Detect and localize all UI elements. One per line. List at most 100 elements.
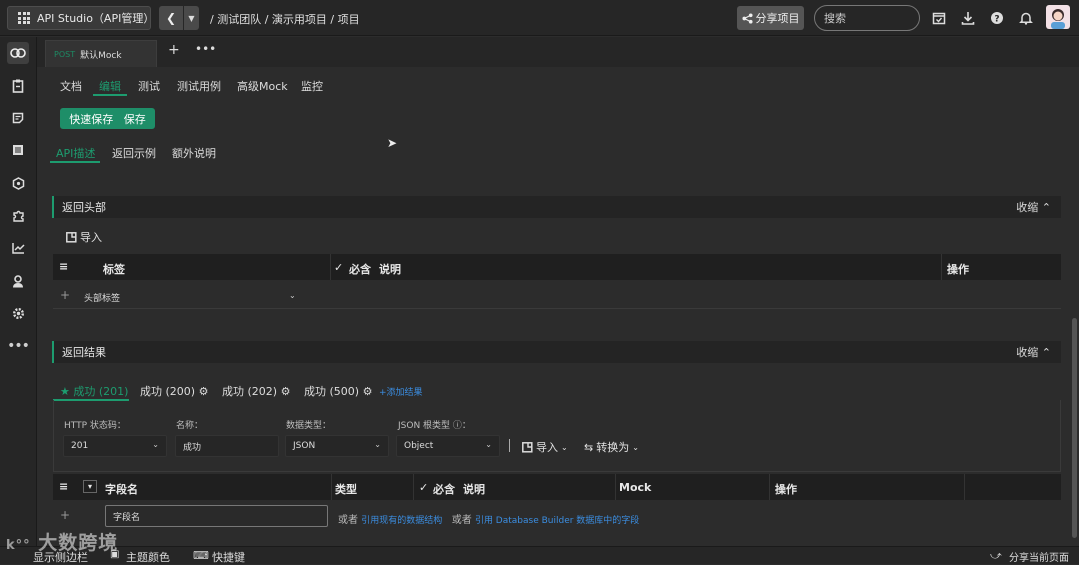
history-dropdown-button[interactable]: ▼ [184,6,199,30]
result-tab-500[interactable]: 成功 (500) ⚙ [304,383,372,399]
shortcut-button[interactable]: 快捷键 [212,549,245,565]
convert-to-button[interactable]: ⇆ 转换为 ⌄ [584,439,639,455]
reference-database-builder-link[interactable]: 引用 Database Builder 数据库中的字段 [475,516,639,526]
tab-docs[interactable]: 文档 [60,78,82,94]
avatar[interactable] [1046,5,1070,29]
expand-dropdown-icon[interactable]: ▾ [83,480,97,493]
check-icon: ✓ [334,261,344,274]
search-input[interactable]: 搜索 [814,5,920,31]
search-placeholder: 搜索 [824,12,846,25]
menu-icon[interactable]: ≡ [59,480,68,493]
sidebar-item-docs[interactable] [7,107,29,129]
response-headers-section-header[interactable]: 返回头部 收缩 ⌃ [52,196,1061,218]
result-tab-200-label: 成功 (200) [140,385,196,398]
row-divider [53,308,1061,309]
sidebar-item-more[interactable]: ••• [7,335,30,357]
list-icon [13,145,23,155]
sidebar-item-list[interactable] [7,139,29,161]
help-icon[interactable]: ? [989,10,1005,26]
theme-color-button[interactable]: 主题颜色 [126,549,170,565]
field-name-input[interactable]: 字段名 [105,505,328,527]
chevron-down-icon: ⌄ [561,442,568,452]
app-switcher-button[interactable]: API Studio（API管理） [7,6,155,30]
name-value: 成功 [183,442,202,453]
result-tab-201[interactable]: ★ 成功 (201) [60,383,128,399]
scrollbar[interactable] [1072,318,1077,538]
share-project-button[interactable]: 分享项目 [737,6,804,30]
tab-api-description[interactable]: API描述 [56,145,95,161]
import-headers-button[interactable]: 导入 [66,229,102,245]
gear-icon[interactable]: ⚙ [199,385,209,398]
sidebar-item-plugins[interactable] [7,204,29,226]
col-actions: 操作 [947,263,969,276]
result-tab-201-label: 成功 (201) [73,385,129,398]
chevron-left-icon: ❮ [165,11,177,25]
import-icon [66,231,77,243]
sidebar-item-clipboard[interactable] [7,75,29,97]
add-header-row-icon[interactable]: + [60,288,70,302]
tab-edit[interactable]: 编辑 [99,78,121,94]
name-label: 名称： [176,421,204,431]
sidebar-item-stats[interactable] [7,237,29,259]
http-code-value: 201 [71,441,89,451]
sidebar-item-settings[interactable] [7,302,29,324]
tab-test-cases[interactable]: 测试用例 [177,78,221,94]
sidebar-item-members[interactable] [7,270,29,292]
tab-monitor[interactable]: 监控 [301,78,323,94]
gear-icon[interactable]: ⚙ [363,385,373,398]
quick-save-button[interactable]: 快速保存 [69,111,113,127]
collapse-headers-button[interactable]: 收缩 ⌃ [1016,199,1051,215]
or-text: 或者 [451,515,472,526]
response-result-title: 返回结果 [62,346,106,359]
http-code-select[interactable]: 201 ⌄ [63,435,167,457]
gear-icon [12,307,24,319]
header-tag-select[interactable]: 头部标签 [84,291,120,304]
menu-icon[interactable]: ≡ [59,260,68,273]
response-result-section-header[interactable]: 返回结果 收缩 ⌃ [52,341,1061,363]
import-headers-label: 导入 [80,231,102,244]
save-button-group: 快速保存 保存 [60,108,155,129]
star-icon: ★ [60,385,70,398]
tab-advanced-mock[interactable]: 高级Mock [237,78,288,94]
name-input[interactable]: 成功 [175,435,279,457]
tab-test[interactable]: 测试 [138,78,160,94]
app-title: API Studio（API管理） [37,12,155,25]
reference-options: 或者 引用现有的数据结构 或者 引用 Database Builder 数据库中… [338,511,639,526]
result-tab-200[interactable]: 成功 (200) ⚙ [140,383,208,399]
add-result-link[interactable]: +添加结果 [379,385,423,398]
add-tab-button[interactable]: + [168,42,180,58]
data-type-select[interactable]: JSON ⌄ [285,435,389,457]
tab-extra-notes[interactable]: 额外说明 [172,145,216,161]
column-divider [330,254,331,280]
result-tab-202[interactable]: 成功 (202) ⚙ [222,383,290,399]
col-actions: 操作 [775,483,797,496]
json-root-select[interactable]: Object ⌄ [396,435,500,457]
back-button[interactable]: ❮ [159,6,183,30]
column-divider [964,474,965,500]
chevron-down-icon: ⌄ [485,440,492,449]
field-name-placeholder: 字段名 [113,512,141,523]
calendar-check-icon[interactable] [931,10,947,26]
tab-response-example[interactable]: 返回示例 [112,145,156,161]
col-required: 必含 [433,483,455,496]
sidebar-item-api[interactable] [7,42,29,64]
response-headers-title: 返回头部 [62,201,106,214]
import-result-button[interactable]: 导入 ⌄ [522,439,568,455]
col-description: 说明 [463,483,485,496]
import-icon [522,441,533,453]
document-tab-title: 默认Mock [80,50,122,61]
chevron-down-icon[interactable]: ⌄ [289,291,296,300]
download-icon[interactable] [960,10,976,26]
gear-icon[interactable]: ⚙ [281,385,291,398]
collapse-label: 收缩 [1016,201,1039,214]
save-button[interactable]: 保存 [124,111,146,127]
add-field-row-icon[interactable]: + [60,508,70,522]
sidebar-item-components[interactable] [7,172,29,194]
breadcrumb[interactable]: / 测试团队 / 演示用项目 / 项目 [210,11,360,27]
tab-more-button[interactable]: ••• [195,42,216,56]
document-tab[interactable]: POST 默认Mock [45,40,157,67]
share-page-button[interactable]: 分享当前页面 [1009,549,1069,564]
collapse-result-button[interactable]: 收缩 ⌃ [1016,344,1051,360]
reference-schema-link[interactable]: 引用现有的数据结构 [361,516,442,526]
bell-icon[interactable] [1018,10,1034,26]
